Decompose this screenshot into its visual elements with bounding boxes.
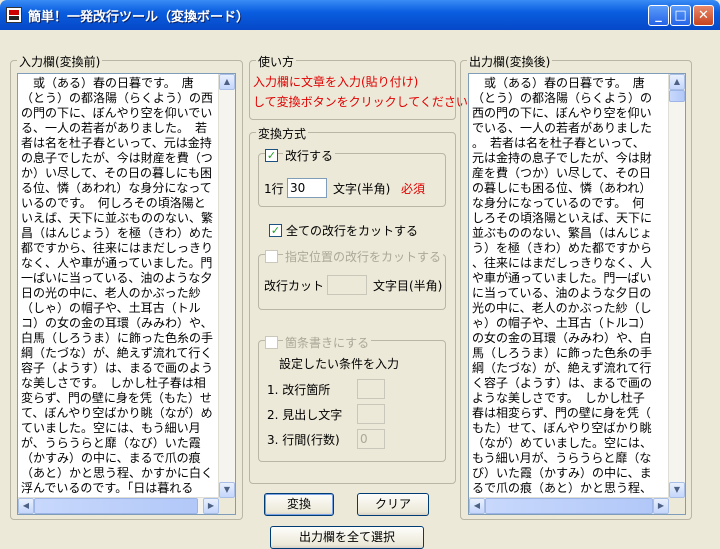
cut-position-checkbox[interactable] xyxy=(265,250,278,263)
clear-button[interactable]: クリア xyxy=(357,493,429,516)
bullet-checkbox-label: 箇条書きにする xyxy=(283,334,372,351)
conversion-method-legend: 変換方式 xyxy=(256,125,309,142)
bullet-checkbox[interactable] xyxy=(265,336,278,349)
select-all-output-button[interactable]: 出力欄を全て選択 xyxy=(270,526,424,549)
heading-char-input[interactable] xyxy=(357,404,385,424)
usage-legend: 使い方 xyxy=(256,53,297,70)
cut-position-checkbox-label: 指定位置の改行をカットする xyxy=(283,248,444,265)
input-textarea[interactable]: 或（ある）春の日暮です。 唐（とう）の都洛陽（らくよう）の西の門の下に、ぼんやり… xyxy=(17,73,236,515)
cut-position-input[interactable] xyxy=(327,275,367,295)
usage-instruction-line1: 入力欄に文章を入力(貼り付け) xyxy=(253,75,419,89)
output-textarea[interactable]: 或（ある）春の日暮です。 唐 （とう）の都洛陽（らくよう）の 西の門の下に、ぼん… xyxy=(468,73,686,515)
scroll-down-arrow-icon[interactable]: ▼ xyxy=(219,482,235,498)
newline-checkbox[interactable]: ✓ xyxy=(265,149,278,162)
chars-per-line-input[interactable]: 30 xyxy=(287,178,327,198)
scroll-right-arrow-icon[interactable]: ▶ xyxy=(203,498,219,514)
conversion-method-group: 変換方式 ✓ 改行する 1行 30 文字(半角) 必須 ✓ 全ての改行をカットす… xyxy=(249,125,456,484)
scroll-corner xyxy=(219,498,235,514)
input-horizontal-scroll-thumb[interactable] xyxy=(34,498,198,514)
per-line-label: 1行 xyxy=(264,182,284,196)
cut-position-label: 改行カット xyxy=(264,279,325,293)
cut-all-newlines-label: 全ての改行をカットする xyxy=(286,224,419,238)
output-horizontal-scroll-thumb[interactable] xyxy=(485,498,653,514)
scroll-up-arrow-icon[interactable]: ▲ xyxy=(669,74,685,90)
maximize-button[interactable]: □ xyxy=(670,5,691,26)
cut-position-unit: 文字目(半角) xyxy=(373,279,443,293)
newline-point-input[interactable] xyxy=(357,379,385,399)
input-panel-legend: 入力欄(変換前) xyxy=(17,53,103,70)
output-vertical-scrollbar[interactable]: ▲ ▼ xyxy=(668,74,685,498)
usage-instruction-line2: して変換ボタンをクリックしてください xyxy=(253,95,468,109)
input-horizontal-scrollbar[interactable]: ◀ ▶ xyxy=(18,497,219,514)
scroll-up-arrow-icon[interactable]: ▲ xyxy=(219,74,235,90)
heading-char-label: 2. 見出し文字 xyxy=(267,408,343,422)
line-spacing-input[interactable]: 0 xyxy=(357,429,385,449)
convert-button[interactable]: 変換 xyxy=(264,493,334,516)
set-condition-label: 設定したい条件を入力 xyxy=(279,357,400,371)
line-spacing-label: 3. 行間(行数) xyxy=(267,433,340,447)
window-title: 簡単！一発改行ツール（変換ボード） xyxy=(28,10,250,25)
output-horizontal-scrollbar[interactable]: ◀ ▶ xyxy=(469,497,669,514)
per-line-unit: 文字(半角) xyxy=(333,182,391,196)
output-text: 或（ある）春の日暮です。 唐 （とう）の都洛陽（らくよう）の 西の門の下に、ぼん… xyxy=(472,76,653,495)
input-text: 或（ある）春の日暮です。 唐（とう）の都洛陽（らくよう）の西の門の下に、ぼんやり… xyxy=(21,76,214,495)
scroll-left-arrow-icon[interactable]: ◀ xyxy=(469,498,485,514)
usage-group: 使い方 入力欄に文章を入力(貼り付け) して変換ボタンをクリックしてください xyxy=(249,53,468,120)
bullet-subgroup: 箇条書きにする 設定したい条件を入力 1. 改行箇所 2. 見出し文字 3. 行… xyxy=(258,334,446,462)
output-vertical-scroll-thumb[interactable] xyxy=(669,90,685,102)
required-label: 必須 xyxy=(401,182,426,196)
input-panel: 入力欄(変換前) 或（ある）春の日暮です。 唐（とう）の都洛陽（らくよう）の西の… xyxy=(10,53,243,520)
newline-subgroup: ✓ 改行する 1行 30 文字(半角) 必須 xyxy=(258,147,446,207)
newline-point-label: 1. 改行箇所 xyxy=(267,383,331,397)
scroll-left-arrow-icon[interactable]: ◀ xyxy=(18,498,34,514)
app-icon[interactable] xyxy=(6,7,22,23)
newline-checkbox-label: 改行する xyxy=(283,147,336,164)
scroll-down-arrow-icon[interactable]: ▼ xyxy=(669,482,685,498)
title-bar[interactable]: 簡単！一発改行ツール（変換ボード） _ □ ✕ xyxy=(0,0,720,30)
close-button[interactable]: ✕ xyxy=(693,5,714,26)
minimize-button[interactable]: _ xyxy=(648,5,669,26)
input-vertical-scrollbar[interactable]: ▲ ▼ xyxy=(218,74,235,498)
cut-position-subgroup: 指定位置の改行をカットする 改行カット 文字目(半角) xyxy=(258,248,446,310)
output-panel: 出力欄(変換後) 或（ある）春の日暮です。 唐 （とう）の都洛陽（らくよう）の … xyxy=(460,53,692,520)
scroll-right-arrow-icon[interactable]: ▶ xyxy=(653,498,669,514)
scroll-corner xyxy=(669,498,685,514)
output-panel-legend: 出力欄(変換後) xyxy=(467,53,553,70)
cut-all-newlines-checkbox[interactable]: ✓ xyxy=(269,224,282,237)
